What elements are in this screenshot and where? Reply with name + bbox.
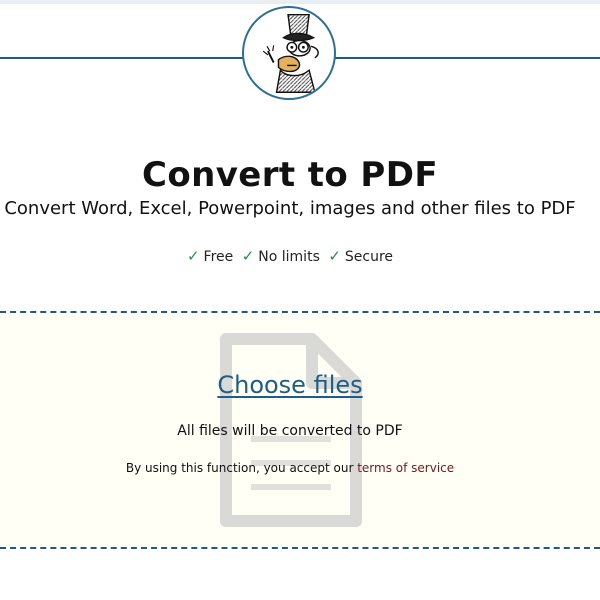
terms-of-service-link[interactable]: terms of service	[357, 461, 454, 475]
check-icon: ✓	[241, 247, 255, 265]
feature-label: Free	[203, 249, 234, 265]
check-icon: ✓	[328, 247, 341, 265]
file-dropzone[interactable]: Choose files All files will be converted…	[0, 311, 600, 549]
feature-list: ✓ Free ✓ No limits ✓ Secure	[0, 246, 580, 267]
feature-label: Secure	[344, 249, 394, 265]
top-edge	[0, 0, 600, 4]
choose-files-link[interactable]: Choose files	[0, 370, 580, 400]
feature-free: ✓ Free	[187, 246, 233, 267]
converter-mascot-icon[interactable]	[242, 6, 336, 100]
check-icon: ✓	[186, 247, 200, 265]
terms-notice: By using this function, you accept our t…	[0, 459, 580, 477]
page-subtitle: Convert Word, Excel, Powerpoint, images …	[4, 198, 576, 219]
terms-prefix: By using this function, you accept our	[125, 461, 358, 475]
feature-label: No limits	[258, 249, 320, 265]
feature-secure: ✓ Secure	[328, 246, 393, 267]
page-title: Convert to PDF	[141, 154, 438, 195]
conversion-info: All files will be converted to PDF	[177, 423, 403, 439]
feature-no-limits: ✓ No limits	[242, 246, 320, 267]
page: Convert to PDF Convert Word, Excel, Powe…	[0, 0, 600, 600]
